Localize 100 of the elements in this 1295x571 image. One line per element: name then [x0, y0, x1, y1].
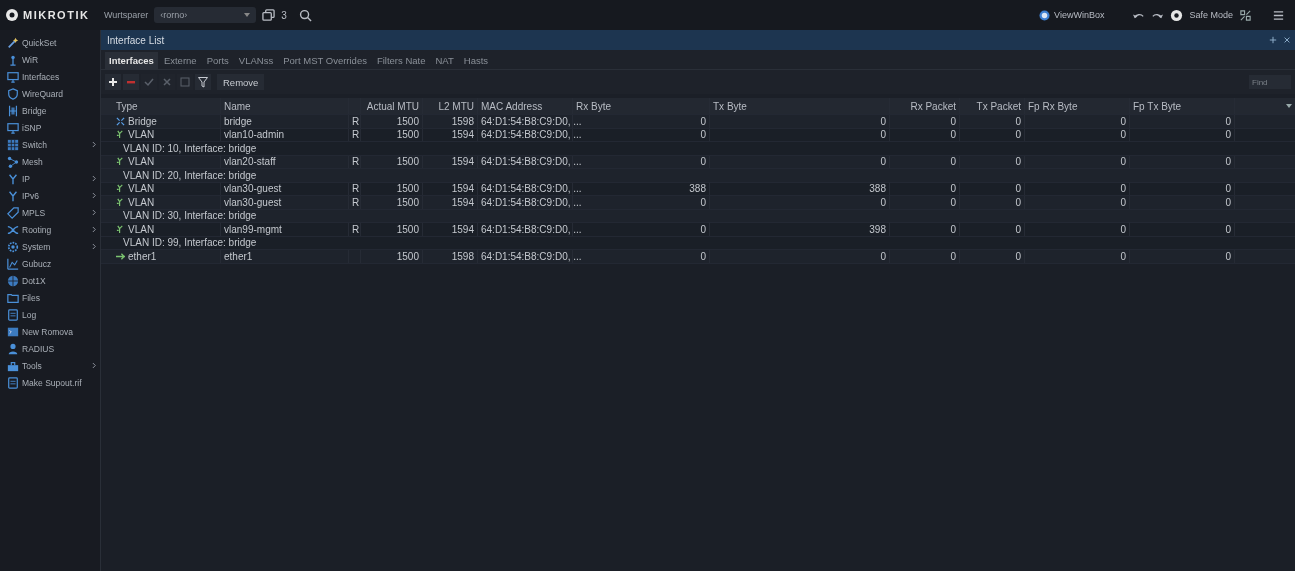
table-cell: 0: [950, 183, 956, 195]
table-cell: 0: [700, 196, 706, 208]
table-cell: 0: [1015, 115, 1021, 127]
column-header[interactable]: Rx Byte: [573, 98, 710, 114]
find-field[interactable]: Find: [1249, 75, 1291, 89]
tab[interactable]: Filters Nate: [372, 52, 430, 69]
tab[interactable]: Port MST Overrides: [279, 52, 371, 69]
sidebar-item[interactable]: IPv6: [0, 187, 100, 204]
grid-icon[interactable]: [1239, 8, 1252, 22]
table-cell: 1594: [451, 223, 474, 235]
table-cell: 1500: [396, 156, 419, 168]
column-header[interactable]: MAC Address: [478, 98, 573, 114]
logo-text: MIKROTIK: [23, 9, 90, 21]
workspace-select[interactable]: ‹rorno›: [154, 7, 257, 23]
table-cell: 64:D1:54:B8:C9:D0, ...: [481, 115, 582, 127]
table-cell: 0: [1225, 129, 1231, 141]
sidebar-item[interactable]: Tools: [0, 357, 100, 374]
sidebar-item[interactable]: New Romova: [0, 323, 100, 340]
logo-icon: [6, 9, 18, 21]
globe-icon: [7, 274, 19, 287]
table-cell: R: [352, 183, 360, 195]
sidebar-item[interactable]: Make Supout.rif: [0, 374, 100, 391]
chevron-icon: [92, 226, 97, 233]
sidebar-item[interactable]: Bridge: [0, 102, 100, 119]
column-header[interactable]: L2 MTU: [423, 98, 478, 114]
fork-icon: [7, 172, 19, 185]
sidebar-item[interactable]: IP: [0, 170, 100, 187]
table-cell: 1594: [451, 129, 474, 141]
tab[interactable]: NAT: [431, 52, 458, 69]
add-button[interactable]: [105, 74, 121, 90]
table-cell: 1500: [396, 250, 419, 262]
sidebar-item[interactable]: Files: [0, 289, 100, 306]
table-cell: 0: [1120, 183, 1126, 195]
sidebar-item[interactable]: Gubucz: [0, 255, 100, 272]
table-cell: 0: [700, 129, 706, 141]
column-header[interactable]: Tx Byte: [710, 98, 890, 114]
tab[interactable]: Interfaces: [105, 52, 158, 69]
table-cell: VLAN: [128, 183, 155, 195]
sidebar-item[interactable]: Mesh: [0, 153, 100, 170]
windows-count: 3: [281, 9, 287, 21]
sidebar-item[interactable]: Dot1X: [0, 272, 100, 289]
table-cell: 1598: [451, 250, 474, 262]
search-icon[interactable]: [298, 8, 312, 22]
tab[interactable]: Externe: [159, 52, 201, 69]
table-cell: R: [352, 156, 360, 168]
close-icon[interactable]: [1283, 36, 1291, 44]
safe-mode-toggle[interactable]: [1170, 8, 1184, 22]
sidebar-item[interactable]: Switch: [0, 136, 100, 153]
doc-icon: [7, 308, 19, 321]
filter-button[interactable]: [195, 74, 211, 90]
sidebar-item[interactable]: System: [0, 238, 100, 255]
table-cell: 0: [880, 115, 886, 127]
tab[interactable]: Hasts: [459, 52, 493, 69]
sidebar-item[interactable]: iSNP: [0, 119, 100, 136]
sidebar-item[interactable]: RADIUS: [0, 340, 100, 357]
sidebar-item[interactable]: Log: [0, 306, 100, 323]
table-cell: 0: [1015, 250, 1021, 262]
windows-icon[interactable]: [262, 8, 276, 22]
sidebar-item[interactable]: QuickSet: [0, 34, 100, 51]
pin-icon[interactable]: [1269, 36, 1277, 44]
shield-icon: [7, 87, 19, 100]
sidebar-item[interactable]: Rooting: [0, 221, 100, 238]
table-cell: 0: [1225, 156, 1231, 168]
column-header[interactable]: Fp Tx Byte: [1130, 98, 1235, 114]
table-cell: VLAN: [128, 156, 155, 168]
view-winbox-button[interactable]: ViewWinBox: [1039, 9, 1105, 21]
column-header[interactable]: Rx Packet: [890, 98, 960, 114]
chevron-icon: [92, 192, 97, 199]
column-header[interactable]: Name: [221, 98, 349, 114]
remove-button[interactable]: Remove: [217, 74, 265, 90]
table-cell: 0: [1120, 156, 1126, 168]
table-cell: 0: [1225, 115, 1231, 127]
sidebar-item[interactable]: MPLS: [0, 204, 100, 221]
table-cell: 0: [950, 250, 956, 262]
dropdown-icon[interactable]: [1286, 104, 1292, 108]
table-cell: 0: [1120, 223, 1126, 235]
sidebar-item[interactable]: WireQuard: [0, 85, 100, 102]
table-cell: 0: [1015, 223, 1021, 235]
safe-mode-label: Safe Mode: [1189, 10, 1233, 20]
sidebar-item[interactable]: WiR: [0, 51, 100, 68]
chevron-icon: [92, 243, 97, 250]
filter-icon: [198, 76, 208, 88]
table-cell: 0: [1120, 196, 1126, 208]
column-header[interactable]: Type: [113, 98, 221, 114]
tab[interactable]: VLANss: [234, 52, 278, 69]
column-header[interactable]: Tx Packet: [960, 98, 1025, 114]
sidebar-item[interactable]: Interfaces: [0, 68, 100, 85]
column-header[interactable]: Actual MTU: [361, 98, 423, 114]
table-cell: R: [352, 129, 360, 141]
plus-icon: [108, 77, 118, 87]
table-cell: vlan99-mgmt: [224, 223, 282, 235]
table-cell: 0: [1225, 223, 1231, 235]
table-cell: 0: [1225, 250, 1231, 262]
column-header[interactable]: Fp Rx Byte: [1025, 98, 1130, 114]
table-cell: vlan30-guest: [224, 183, 282, 195]
table-cell: 0: [950, 196, 956, 208]
table-cell: 0: [1120, 250, 1126, 262]
tab[interactable]: Ports: [202, 52, 233, 69]
chevron-icon: [92, 209, 97, 216]
menu-icon[interactable]: [1272, 8, 1285, 22]
